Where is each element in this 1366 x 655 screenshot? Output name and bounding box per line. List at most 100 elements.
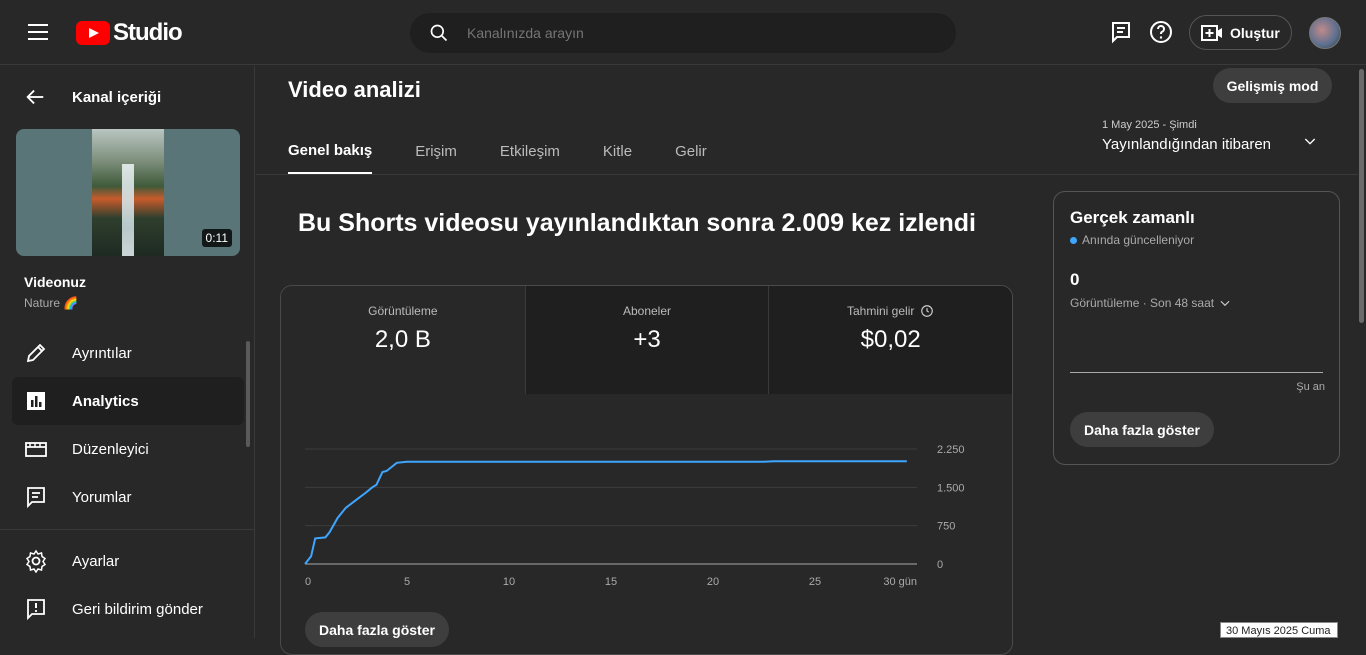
metric-subscribers[interactable]: Aboneler +3 bbox=[524, 286, 769, 394]
metric-label-row: Tahmini gelir bbox=[769, 304, 1012, 318]
date-range-label: Yayınlandığından itibaren bbox=[1102, 136, 1272, 153]
chevron-down-icon bbox=[1304, 138, 1316, 145]
date-range-selector[interactable]: 1 May 2025 - Şimdi Yayınlandığından itib… bbox=[1102, 119, 1332, 153]
x-tick-label: 20 bbox=[707, 576, 719, 588]
divider bbox=[256, 174, 1358, 175]
youtube-logo-icon bbox=[76, 21, 110, 45]
x-tick-label: 0 bbox=[305, 576, 311, 588]
realtime-title: Gerçek zamanlı bbox=[1070, 208, 1195, 227]
date-range-value: 1 May 2025 - Şimdi bbox=[1102, 119, 1197, 131]
live-dot-icon bbox=[1070, 236, 1077, 244]
tab-reach[interactable]: Erişim bbox=[415, 128, 457, 174]
studio-logo[interactable]: Studio bbox=[76, 19, 183, 47]
scrollbar-thumb[interactable] bbox=[1359, 69, 1364, 323]
series-line bbox=[304, 460, 907, 565]
menu-icon[interactable] bbox=[28, 24, 48, 40]
video-title: Videonuz bbox=[24, 274, 86, 290]
sidebar-scrollbar[interactable] bbox=[246, 341, 250, 447]
sidebar-item-label: Ayarlar bbox=[72, 552, 120, 570]
tab-overview[interactable]: Genel bakış bbox=[288, 128, 373, 174]
create-video-icon bbox=[1201, 24, 1222, 41]
metric-label: Tahmini gelir bbox=[847, 304, 915, 318]
sidebar: Kanal içeriği 0:11 Videonuz Nature 🌈 Ayr… bbox=[0, 66, 255, 638]
tab-bar: Genel bakış Erişim Etkileşim Kitle Gelir bbox=[288, 128, 750, 174]
x-tick-label: 10 bbox=[503, 576, 515, 588]
views-line-chart: 0 750 1.500 2.250 0 5 10 15 20 25 30 gün bbox=[304, 444, 965, 588]
sidebar-item-label: Yorumlar bbox=[72, 488, 132, 506]
gear-icon bbox=[25, 549, 47, 573]
main-content: Video analizi Gelişmiş mod Genel bakış E… bbox=[256, 66, 1358, 655]
tab-engagement[interactable]: Etkileşim bbox=[500, 128, 560, 174]
realtime-count: 0 bbox=[1070, 270, 1080, 289]
sidebar-item-label: Geri bildirim gönder bbox=[72, 600, 203, 618]
search-icon bbox=[430, 24, 448, 42]
realtime-show-more-button[interactable]: Daha fazla göster bbox=[1070, 412, 1214, 447]
metric-label: Aboneler bbox=[622, 304, 672, 318]
sidebar-item-editor[interactable]: Düzenleyici bbox=[12, 425, 244, 473]
sidebar-item-label: Analytics bbox=[72, 392, 139, 410]
advanced-mode-button[interactable]: Gelişmiş mod bbox=[1213, 68, 1332, 103]
metric-value: 2,0 B bbox=[374, 326, 431, 353]
realtime-card: Gerçek zamanlı Anında güncelleniyor 0 Gö… bbox=[1053, 191, 1340, 465]
sidebar-nav: Ayrıntılar Analytics Düzenleyici Yorumla… bbox=[12, 329, 244, 521]
show-more-button[interactable]: Daha fazla göster bbox=[305, 612, 449, 647]
create-label: Oluştur bbox=[1230, 24, 1280, 41]
sidebar-item-comments[interactable]: Yorumlar bbox=[12, 473, 244, 521]
realtime-metric-selector[interactable]: Görüntüleme · Son 48 saat bbox=[1070, 296, 1232, 310]
avatar[interactable] bbox=[1309, 17, 1341, 49]
sidebar-item-label: Düzenleyici bbox=[72, 440, 149, 458]
top-bar: Studio Oluştur bbox=[0, 0, 1366, 65]
page-scrollbar[interactable] bbox=[1358, 66, 1366, 638]
y-tick-label: 2.250 bbox=[937, 444, 965, 456]
pencil-icon bbox=[26, 343, 46, 363]
realtime-meta: Görüntüleme · Son 48 saat bbox=[1070, 296, 1215, 310]
metric-views[interactable]: Görüntüleme 2,0 B bbox=[281, 286, 525, 394]
sidebar-item-details[interactable]: Ayrıntılar bbox=[12, 329, 244, 377]
messages-icon[interactable] bbox=[1109, 20, 1133, 44]
chevron-down-icon bbox=[1220, 300, 1230, 307]
sidebar-item-label: Ayrıntılar bbox=[72, 344, 132, 362]
sidebar-item-feedback[interactable]: Geri bildirim gönder bbox=[12, 585, 244, 633]
realtime-subtitle: Anında güncelleniyor bbox=[1082, 233, 1195, 247]
metric-label: Görüntüleme bbox=[368, 304, 438, 318]
metric-tabs: Görüntüleme 2,0 B Aboneler +3 Tahmini ge… bbox=[281, 286, 1012, 394]
realtime-chart-baseline bbox=[1070, 372, 1323, 373]
search-input[interactable] bbox=[467, 25, 867, 41]
headline: Bu Shorts videosu yayınlandıktan sonra 2… bbox=[298, 209, 976, 237]
y-tick-label: 0 bbox=[937, 559, 943, 571]
sidebar-bottom-nav: Ayarlar Geri bildirim gönder bbox=[12, 537, 244, 633]
search-bar[interactable] bbox=[410, 13, 956, 53]
metric-revenue[interactable]: Tahmini gelir $0,02 bbox=[768, 286, 1012, 394]
comments-icon bbox=[27, 487, 45, 509]
date-tooltip: 30 Mayıs 2025 Cuma bbox=[1220, 622, 1338, 638]
realtime-now-label: Şu an bbox=[1296, 381, 1325, 393]
editor-icon bbox=[25, 442, 47, 457]
feedback-icon bbox=[27, 599, 45, 621]
sidebar-item-analytics[interactable]: Analytics bbox=[12, 377, 244, 425]
tab-revenue[interactable]: Gelir bbox=[675, 128, 707, 174]
create-button[interactable]: Oluştur bbox=[1189, 15, 1292, 50]
arrow-back-icon bbox=[26, 89, 44, 105]
x-tick-label: 30 gün bbox=[883, 576, 917, 588]
overview-card: Görüntüleme 2,0 B Aboneler +3 Tahmini ge… bbox=[280, 285, 1013, 655]
sidebar-item-settings[interactable]: Ayarlar bbox=[12, 537, 244, 585]
analytics-icon bbox=[27, 392, 45, 410]
help-icon[interactable] bbox=[1149, 20, 1173, 44]
back-to-channel-content[interactable]: Kanal içeriği bbox=[24, 86, 161, 108]
y-tick-label: 750 bbox=[937, 521, 955, 533]
video-thumbnail[interactable]: 0:11 bbox=[16, 129, 240, 256]
tab-audience[interactable]: Kitle bbox=[603, 128, 632, 174]
video-subtitle: Nature 🌈 bbox=[24, 296, 79, 310]
metric-value: $0,02 bbox=[860, 326, 921, 353]
realtime-subtitle-row: Anında güncelleniyor bbox=[1070, 233, 1194, 247]
x-tick-label: 15 bbox=[605, 576, 617, 588]
x-tick-label: 5 bbox=[404, 576, 410, 588]
clock-icon bbox=[921, 305, 934, 317]
x-tick-label: 25 bbox=[809, 576, 821, 588]
waterfall-image bbox=[92, 129, 164, 256]
divider bbox=[0, 529, 255, 530]
y-tick-label: 1.500 bbox=[937, 482, 965, 494]
back-label: Kanal içeriği bbox=[72, 88, 162, 106]
metric-value: +3 bbox=[633, 326, 661, 353]
video-duration: 0:11 bbox=[201, 229, 232, 247]
